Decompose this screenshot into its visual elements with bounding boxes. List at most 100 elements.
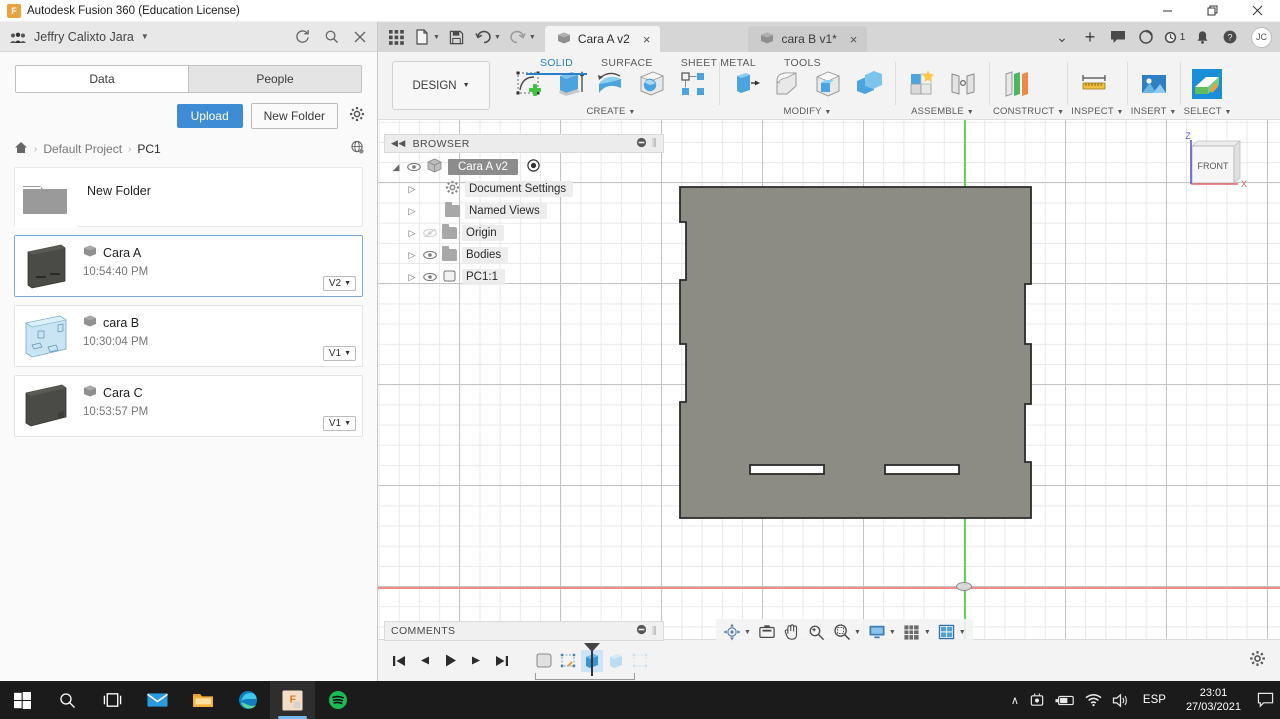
tree-node-bodies[interactable]: ▷ Bodies bbox=[384, 244, 664, 266]
grip-icon[interactable]: ⫼ bbox=[652, 138, 657, 149]
spotify-icon[interactable] bbox=[315, 681, 360, 719]
chevron-down-icon[interactable]: ▼ bbox=[889, 629, 896, 636]
pan-icon[interactable] bbox=[781, 621, 803, 643]
expand-arrow-icon[interactable]: ▷ bbox=[406, 206, 418, 217]
expand-arrow-icon[interactable]: ▷ bbox=[406, 272, 418, 283]
tab-sheet-metal[interactable]: SHEET METAL bbox=[667, 54, 770, 75]
grid-snaps-icon[interactable] bbox=[901, 621, 923, 643]
display-settings-icon[interactable] bbox=[866, 621, 888, 643]
expand-arrow-icon[interactable]: ▷ bbox=[406, 250, 418, 261]
document-tab-cara-b[interactable]: cara B v1* × bbox=[748, 26, 868, 52]
file-caret-icon[interactable]: ▼ bbox=[433, 34, 440, 41]
tab-data[interactable]: Data bbox=[16, 66, 188, 92]
list-item-cara-c[interactable]: Cara C 10:53:57 PM V1 ▼ bbox=[14, 375, 363, 437]
orbit-icon[interactable] bbox=[721, 621, 743, 643]
chevron-down-icon[interactable]: ▼ bbox=[854, 629, 861, 636]
version-badge[interactable]: V1 ▼ bbox=[322, 416, 356, 431]
zoom-icon[interactable] bbox=[806, 621, 828, 643]
chevron-down-icon[interactable]: ▼ bbox=[628, 109, 635, 116]
tab-tools[interactable]: TOOLS bbox=[770, 54, 835, 75]
expand-arrow-icon[interactable]: ▷ bbox=[406, 228, 418, 239]
skip-to-start-icon[interactable] bbox=[392, 654, 406, 668]
chevron-down-icon[interactable]: ▼ bbox=[1117, 109, 1124, 116]
insert-image-icon[interactable] bbox=[1134, 64, 1174, 104]
tab-people[interactable]: People bbox=[188, 66, 361, 92]
joint-icon[interactable] bbox=[943, 64, 983, 104]
language-indicator[interactable]: ESP bbox=[1139, 694, 1170, 706]
expand-arrow-icon[interactable]: ▷ bbox=[406, 184, 418, 195]
timeline-settings-icon[interactable] bbox=[1249, 650, 1280, 672]
group-label[interactable]: INSERT bbox=[1131, 106, 1167, 117]
fit-icon[interactable] bbox=[831, 621, 853, 643]
app-grid-icon[interactable] bbox=[384, 25, 408, 49]
mail-icon[interactable] bbox=[135, 681, 180, 719]
collapse-left-icon[interactable]: ◀◀ bbox=[391, 138, 406, 149]
close-panel-icon[interactable] bbox=[353, 30, 367, 44]
help-icon[interactable]: ? bbox=[1217, 25, 1243, 49]
grip-icon[interactable]: ⫼ bbox=[652, 626, 657, 637]
timeline-feature-sketch[interactable] bbox=[557, 650, 579, 672]
document-tab-cara-a[interactable]: Cara A v2 × bbox=[544, 26, 661, 52]
avatar[interactable]: JC bbox=[1251, 26, 1272, 48]
chevron-down-icon[interactable]: ▼ bbox=[1224, 109, 1231, 116]
timeline-playhead[interactable] bbox=[584, 642, 600, 676]
undo-icon[interactable] bbox=[471, 25, 495, 49]
notifications-icon[interactable] bbox=[1189, 25, 1215, 49]
visibility-icon[interactable] bbox=[423, 250, 437, 260]
refresh-icon[interactable] bbox=[295, 29, 310, 44]
version-badge[interactable]: V1 ▼ bbox=[322, 346, 356, 361]
file-explorer-icon[interactable] bbox=[180, 681, 225, 719]
tree-node-pc1[interactable]: ▷ PC1:1 bbox=[384, 266, 664, 288]
close-icon[interactable]: × bbox=[850, 32, 858, 47]
skip-to-end-icon[interactable] bbox=[495, 654, 509, 668]
group-label[interactable]: CREATE bbox=[586, 106, 625, 117]
comments-panel[interactable]: COMMENTS ⫼ bbox=[384, 621, 664, 641]
job-status-icon[interactable]: 1 bbox=[1161, 25, 1187, 49]
pin-icon[interactable] bbox=[636, 137, 647, 151]
sync-icon[interactable] bbox=[1133, 25, 1159, 49]
close-icon[interactable]: × bbox=[643, 32, 651, 47]
group-label[interactable]: MODIFY bbox=[784, 106, 822, 117]
chevron-down-icon[interactable]: ▼ bbox=[924, 629, 931, 636]
viewports-icon[interactable] bbox=[936, 621, 958, 643]
tree-node-document-settings[interactable]: ▷ Document Settings bbox=[384, 178, 664, 200]
breadcrumb-item-current[interactable]: PC1 bbox=[137, 142, 160, 156]
visibility-icon[interactable] bbox=[407, 162, 421, 172]
minimize-button[interactable] bbox=[1145, 0, 1190, 22]
wifi-icon[interactable] bbox=[1085, 693, 1102, 707]
home-icon[interactable] bbox=[14, 141, 28, 157]
tray-overflow-icon[interactable]: ∧ bbox=[1011, 694, 1019, 707]
expand-arrow-icon[interactable]: ◢ bbox=[390, 162, 402, 173]
search-icon[interactable] bbox=[45, 681, 90, 719]
windows-start-icon[interactable] bbox=[0, 681, 45, 719]
restore-button[interactable] bbox=[1190, 0, 1235, 22]
workspace-switcher[interactable]: DESIGN ▼ bbox=[392, 61, 490, 110]
tab-surface[interactable]: SURFACE bbox=[587, 54, 667, 75]
tab-solid[interactable]: SOLID bbox=[526, 54, 588, 75]
step-forward-icon[interactable] bbox=[470, 654, 483, 667]
tab-overflow-icon[interactable]: ⌄ bbox=[1049, 25, 1075, 49]
file-icon[interactable] bbox=[410, 25, 434, 49]
account-caret-icon[interactable]: ▼ bbox=[141, 32, 149, 41]
chevron-down-icon[interactable]: ▼ bbox=[824, 109, 831, 116]
task-view-icon[interactable] bbox=[90, 681, 135, 719]
measure-icon[interactable] bbox=[1074, 64, 1114, 104]
list-item-cara-b[interactable]: cara B 10:30:04 PM V1 ▼ bbox=[14, 305, 363, 367]
pin-icon[interactable] bbox=[636, 624, 647, 638]
version-badge[interactable]: V2 ▼ bbox=[322, 276, 356, 291]
timeline-feature-extrude-2[interactable] bbox=[605, 650, 627, 672]
new-component-icon[interactable] bbox=[902, 64, 942, 104]
action-center-icon[interactable] bbox=[1257, 692, 1274, 708]
combine-icon[interactable] bbox=[849, 64, 889, 104]
upload-button[interactable]: Upload bbox=[176, 104, 243, 128]
step-back-icon[interactable] bbox=[418, 654, 431, 667]
group-label[interactable]: CONSTRUCT bbox=[993, 106, 1054, 117]
edge-icon[interactable] bbox=[225, 681, 270, 719]
list-item-folder[interactable]: New Folder bbox=[14, 167, 363, 228]
account-name[interactable]: Jeffry Calixto Jara bbox=[34, 30, 134, 44]
timeline-feature-body[interactable] bbox=[533, 650, 555, 672]
new-folder-button[interactable]: New Folder bbox=[250, 103, 338, 129]
battery-icon[interactable] bbox=[1055, 694, 1075, 707]
breadcrumb-item-project[interactable]: Default Project bbox=[43, 142, 122, 156]
screen-record-icon[interactable] bbox=[1029, 692, 1045, 708]
